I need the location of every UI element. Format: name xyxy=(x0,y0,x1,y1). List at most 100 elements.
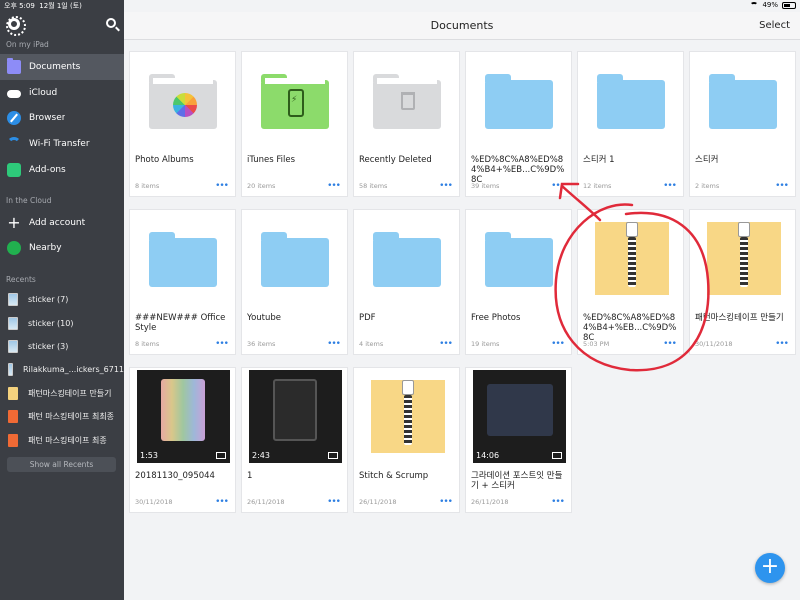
recent-item-label: 패턴 마스킹테이프 최종 xyxy=(28,436,107,445)
sidebar-item-add-account[interactable]: + Add account xyxy=(0,210,124,236)
video-icon xyxy=(552,452,562,459)
recent-item[interactable]: sticker (7) xyxy=(0,288,124,311)
file-card-video-20181130[interactable]: 1:53 20181130_095044 30/11/2018 ••• xyxy=(129,367,236,513)
file-card-pdf[interactable]: PDF 4 items ••• xyxy=(353,209,460,355)
more-options-icon[interactable]: ••• xyxy=(215,498,229,507)
presentation-thumbnail-icon xyxy=(8,410,18,423)
file-meta: 30/11/2018 xyxy=(135,498,173,506)
file-card-pattern-tape-zip[interactable]: 패턴마스킹테이프 만들기 30/11/2018 ••• xyxy=(689,209,796,355)
more-options-icon[interactable]: ••• xyxy=(775,182,789,191)
file-card-sticker[interactable]: 스티커 2 items ••• xyxy=(689,51,796,197)
main-content: Documents Select Photo Albums 8 items ••… xyxy=(124,0,800,600)
file-card-gradient-postit[interactable]: 14:06 그라데이션 포스트잇 만들기 + 스티커 26/11/2018 ••… xyxy=(465,367,572,513)
file-meta: 39 items xyxy=(471,182,500,190)
file-name: 그라데이션 포스트잇 만들기 + 스티커 xyxy=(471,471,563,491)
more-options-icon[interactable]: ••• xyxy=(439,182,453,191)
file-meta: 4 items xyxy=(359,340,384,348)
file-card-itunes-files[interactable]: iTunes Files 20 items ••• xyxy=(241,51,348,197)
status-time: 오후 5:09 xyxy=(4,2,35,10)
file-name: 스티커 1 xyxy=(583,155,615,165)
search-icon[interactable] xyxy=(106,18,116,28)
recent-item[interactable]: 패턴 마스킹테이프 최종 xyxy=(0,429,124,452)
battery-percent: 49% xyxy=(762,1,778,9)
more-options-icon[interactable]: ••• xyxy=(663,340,677,349)
more-options-icon[interactable]: ••• xyxy=(215,340,229,349)
file-card-free-photos[interactable]: Free Photos 19 items ••• xyxy=(465,209,572,355)
file-card-youtube[interactable]: Youtube 36 items ••• xyxy=(241,209,348,355)
sidebar-item-label: Nearby xyxy=(29,243,62,253)
wifi-icon xyxy=(7,137,21,151)
select-button[interactable]: Select xyxy=(759,20,790,31)
sidebar-item-nearby[interactable]: Nearby xyxy=(0,235,124,261)
zip-thumbnail-icon xyxy=(8,387,18,400)
file-card-folder-encoded[interactable]: %ED%8C%A8%ED%84%B4+%EB...C%9D%8C 39 item… xyxy=(465,51,572,197)
cloud-icon xyxy=(7,90,21,98)
file-meta: 20 items xyxy=(247,182,276,190)
file-name: 스티커 xyxy=(695,155,719,165)
file-meta: 30/11/2018 xyxy=(695,340,733,348)
sidebar-item-wifi-transfer[interactable]: Wi-Fi Transfer xyxy=(0,131,124,157)
more-options-icon[interactable]: ••• xyxy=(775,340,789,349)
more-options-icon[interactable]: ••• xyxy=(551,498,565,507)
file-name: Photo Albums xyxy=(135,155,194,165)
more-options-icon[interactable]: ••• xyxy=(551,340,565,349)
status-time-date: 오후 5:09 12월 1일 (토) xyxy=(4,1,82,11)
file-meta: 19 items xyxy=(471,340,500,348)
folder-icon xyxy=(485,74,553,129)
recent-item[interactable]: 패턴 마스킹테이프 최최종 xyxy=(0,405,124,428)
video-duration: 14:06 xyxy=(476,451,500,460)
file-meta: 58 items xyxy=(359,182,388,190)
sidebar-item-add-ons[interactable]: Add-ons xyxy=(0,157,124,183)
file-card-video-1[interactable]: 2:43 1 26/11/2018 ••• xyxy=(241,367,348,513)
add-button[interactable]: + xyxy=(755,553,785,583)
recent-item[interactable]: 패턴마스킹테이프 만들기 xyxy=(0,382,124,405)
file-name: 패턴마스킹테이프 만들기 xyxy=(695,313,784,323)
recent-item[interactable]: sticker (3) xyxy=(0,335,124,358)
more-options-icon[interactable]: ••• xyxy=(551,182,565,191)
file-meta: 26/11/2018 xyxy=(471,498,509,506)
recent-item-label: sticker (3) xyxy=(28,342,69,351)
file-meta: 5:03 PM xyxy=(583,340,610,348)
file-card-sticker-1[interactable]: 스티커 1 12 items ••• xyxy=(577,51,684,197)
settings-gear-icon[interactable] xyxy=(6,16,26,36)
nearby-icon xyxy=(7,241,21,255)
image-thumbnail-icon xyxy=(8,293,18,306)
more-options-icon[interactable]: ••• xyxy=(439,498,453,507)
more-options-icon[interactable]: ••• xyxy=(663,182,677,191)
usb-icon xyxy=(288,89,304,117)
file-card-stitch-scrump[interactable]: Stitch & Scrump 26/11/2018 ••• xyxy=(353,367,460,513)
zip-archive-icon xyxy=(371,380,445,453)
video-thumbnail: 2:43 xyxy=(249,370,342,463)
section-header-recents: Recents xyxy=(6,275,36,284)
video-duration: 1:53 xyxy=(140,451,158,460)
sidebar-item-browser[interactable]: Browser xyxy=(0,105,124,131)
file-name: iTunes Files xyxy=(247,155,296,165)
file-card-new-office-style[interactable]: ###NEW### Office Style 8 items ••• xyxy=(129,209,236,355)
video-thumbnail: 14:06 xyxy=(473,370,566,463)
video-icon xyxy=(328,452,338,459)
sidebar-item-documents[interactable]: Documents xyxy=(0,54,124,80)
sidebar-item-label: Add-ons xyxy=(29,165,66,175)
sidebar-item-label: iCloud xyxy=(29,88,58,98)
file-name: Recently Deleted xyxy=(359,155,432,165)
sidebar-item-icloud[interactable]: iCloud xyxy=(0,80,124,106)
file-card-recently-deleted[interactable]: Recently Deleted 58 items ••• xyxy=(353,51,460,197)
more-options-icon[interactable]: ••• xyxy=(327,340,341,349)
section-header-on-my-ipad: On my iPad xyxy=(6,40,49,49)
recent-item[interactable]: sticker (10) xyxy=(0,312,124,335)
folder-icon xyxy=(709,74,777,129)
recent-item-label: 패턴 마스킹테이프 최최종 xyxy=(28,412,115,421)
file-name: Youtube xyxy=(247,313,281,323)
more-options-icon[interactable]: ••• xyxy=(327,182,341,191)
file-card-photo-albums[interactable]: Photo Albums 8 items ••• xyxy=(129,51,236,197)
plus-icon: + xyxy=(7,213,21,232)
more-options-icon[interactable]: ••• xyxy=(327,498,341,507)
file-card-zip-encoded[interactable]: %ED%8C%A8%ED%84%B4+%EB...C%9D%8C 5:03 PM… xyxy=(577,209,684,355)
video-preview-image xyxy=(273,379,317,441)
sidebar-item-label: Wi-Fi Transfer xyxy=(29,139,90,149)
show-all-recents-button[interactable]: Show all Recents xyxy=(7,457,116,472)
recent-item[interactable]: Rilakkuma_...ickers_6711 xyxy=(0,358,124,381)
more-options-icon[interactable]: ••• xyxy=(439,340,453,349)
more-options-icon[interactable]: ••• xyxy=(215,182,229,191)
file-meta: 36 items xyxy=(247,340,276,348)
